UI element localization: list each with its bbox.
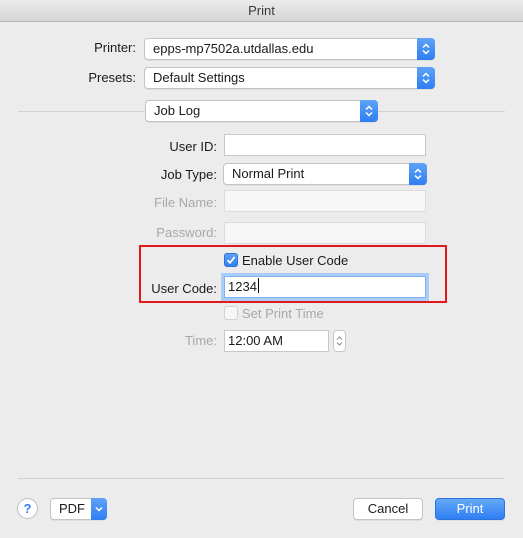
time-stepper[interactable] [333,330,346,352]
printer-label: Printer: [94,40,136,55]
user-code-label: User Code: [151,281,217,296]
enable-user-code-label: Enable User Code [242,253,349,268]
footer-separator [18,478,505,479]
window-title: Print [0,0,523,22]
stepper-arrows-icon [336,336,343,346]
job-type-value: Normal Print [232,166,305,181]
presets-label: Presets: [88,70,136,85]
presets-select[interactable]: Default Settings [144,67,435,89]
password-input[interactable] [224,222,426,244]
checkmark-icon [226,256,236,265]
user-id-label: User ID: [169,139,217,154]
chevron-updown-icon [409,163,427,185]
job-type-select[interactable]: Normal Print [223,163,427,185]
chevron-updown-icon [417,38,435,60]
time-label: Time: [184,333,217,348]
cancel-button[interactable]: Cancel [353,498,423,520]
presets-value: Default Settings [153,70,245,85]
help-button[interactable]: ? [17,498,38,519]
file-name-input[interactable] [224,190,426,212]
section-value: Job Log [154,103,201,118]
user-code-input[interactable]: 1234 [224,276,426,298]
set-print-time-checkbox[interactable] [224,306,238,320]
file-name-label: File Name: [154,195,217,210]
password-label: Password: [156,225,217,240]
printer-value: epps-mp7502a.utdallas.edu [153,41,314,56]
printer-select[interactable]: epps-mp7502a.utdallas.edu [144,38,435,60]
chevron-down-icon [91,498,107,520]
text-caret [257,278,259,293]
set-print-time-label: Set Print Time [242,306,324,321]
pdf-label: PDF [59,501,85,516]
user-id-input[interactable] [224,134,426,156]
user-code-value: 1234 [228,279,257,294]
chevron-updown-icon [417,67,435,89]
enable-user-code-checkbox[interactable] [224,253,238,267]
print-button[interactable]: Print [435,498,505,520]
chevron-updown-icon [360,100,378,122]
job-type-label: Job Type: [160,167,217,182]
pdf-menu-button[interactable]: PDF [50,498,107,520]
time-input[interactable]: 12:00 AM [224,330,329,352]
section-select[interactable]: Job Log [145,100,378,122]
